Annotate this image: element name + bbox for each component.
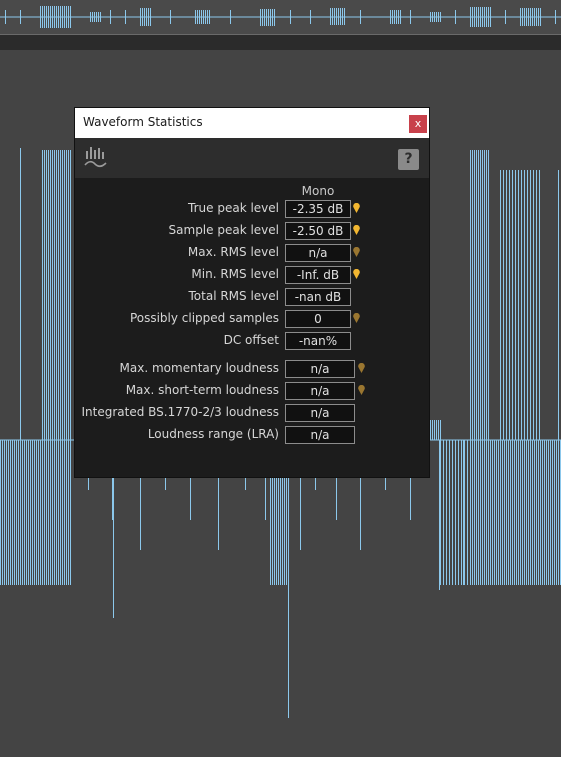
stat-row-integrated-loudness: Integrated BS.1770-2/3 loudness n/a [75, 404, 429, 422]
go-to-marker-icon [353, 313, 360, 323]
stat-label: Possibly clipped samples [129, 311, 279, 325]
go-to-marker-icon[interactable] [353, 269, 360, 279]
stat-label: True peak level [188, 201, 279, 215]
stat-row-total-rms: Total RMS level -nan dB [75, 288, 429, 306]
dialog-toolbar: ? [75, 138, 429, 178]
stat-value: -2.35 dB [285, 200, 351, 218]
stat-value: -nan% [285, 332, 351, 350]
go-to-marker-icon [353, 247, 360, 257]
stat-row-dc-offset: DC offset -nan% [75, 332, 429, 350]
stat-label: Max. momentary loudness [119, 361, 279, 375]
stat-row-sample-peak: Sample peak level -2.50 dB [75, 222, 429, 240]
stat-row-max-rms: Max. RMS level n/a [75, 244, 429, 262]
go-to-marker-icon [358, 385, 365, 395]
stat-row-max-short-term-loudness: Max. short-term loudness n/a [75, 382, 429, 400]
waveform-statistics-icon [84, 147, 107, 168]
stat-label: Loudness range (LRA) [147, 427, 279, 441]
stat-label: Sample peak level [168, 223, 279, 237]
statistics-panel: Mono True peak level -2.35 dB Sample pea… [75, 178, 429, 477]
stat-row-loudness-range: Loudness range (LRA) n/a [75, 426, 429, 444]
help-button[interactable]: ? [398, 149, 419, 170]
stat-label: Max. RMS level [187, 245, 279, 259]
ruler-divider [0, 35, 561, 50]
stat-row-min-rms: Min. RMS level -Inf. dB [75, 266, 429, 284]
stat-label: Integrated BS.1770-2/3 loudness [81, 405, 280, 419]
stat-value: n/a [285, 382, 355, 400]
stat-value: -nan dB [285, 288, 351, 306]
stat-row-true-peak: True peak level -2.35 dB [75, 200, 429, 218]
stat-value: -Inf. dB [285, 266, 351, 284]
stat-value: 0 [285, 310, 351, 328]
dialog-titlebar[interactable]: Waveform Statistics x [75, 108, 429, 138]
stat-value: -2.50 dB [285, 222, 351, 240]
waveform-overview-graphic [0, 6, 561, 28]
stat-label: Max. short-term loudness [125, 383, 279, 397]
go-to-marker-icon[interactable] [353, 203, 360, 213]
stat-value: n/a [285, 426, 355, 444]
stat-row-clipped-samples: Possibly clipped samples 0 [75, 310, 429, 328]
go-to-marker-icon[interactable] [353, 225, 360, 235]
stat-label: DC offset [223, 333, 279, 347]
dialog-title: Waveform Statistics [83, 115, 203, 129]
stat-value: n/a [285, 360, 355, 378]
go-to-marker-icon [358, 363, 365, 373]
stat-value: n/a [285, 244, 351, 262]
stat-label: Total RMS level [188, 289, 280, 303]
waveform-overview[interactable] [0, 0, 561, 34]
stat-row-max-momentary-loudness: Max. momentary loudness n/a [75, 360, 429, 378]
waveform-statistics-dialog: Waveform Statistics x ? Mono True peak l… [75, 108, 429, 477]
stat-value: n/a [285, 404, 355, 422]
close-button[interactable]: x [409, 115, 427, 133]
stat-label: Min. RMS level [191, 267, 279, 281]
column-header-mono: Mono [301, 184, 335, 198]
